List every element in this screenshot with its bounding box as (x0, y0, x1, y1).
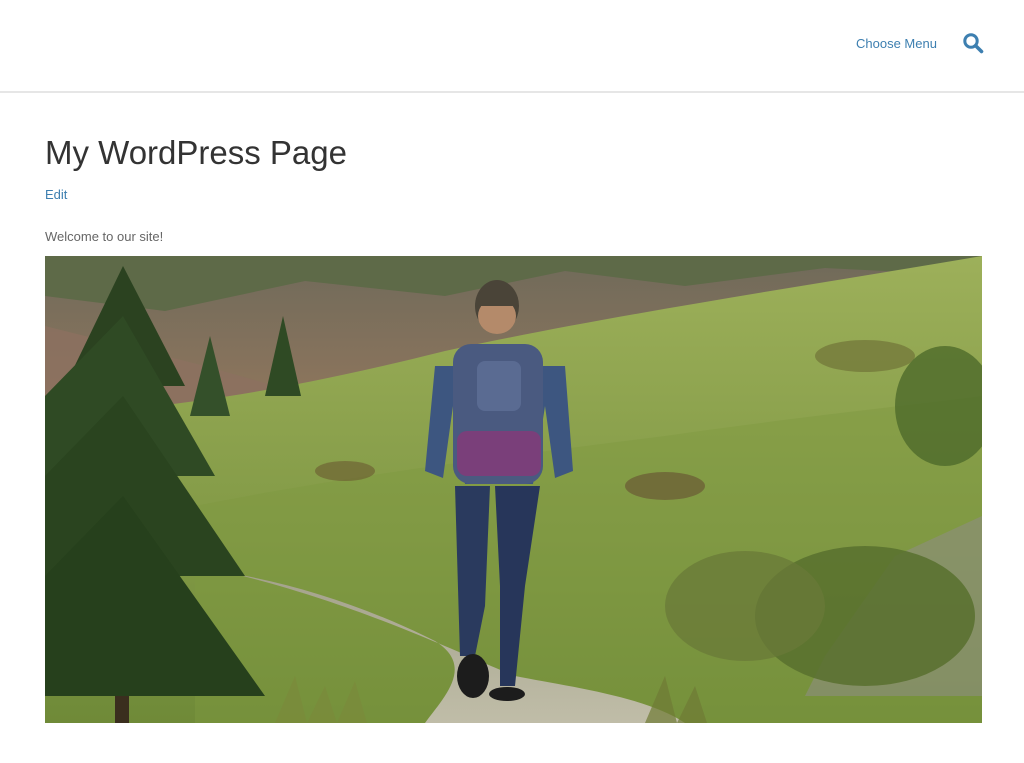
welcome-text: Welcome to our site! (45, 229, 164, 244)
edit-link[interactable]: Edit (45, 187, 67, 202)
shrub (625, 472, 705, 500)
page-title: My WordPress Page (45, 134, 347, 171)
site-header: Choose Menu (0, 0, 1024, 93)
shrub (815, 340, 915, 372)
hiker-photo (45, 256, 982, 723)
choose-menu-link[interactable]: Choose Menu (856, 36, 937, 51)
search-icon[interactable] (962, 32, 984, 54)
bush (665, 551, 825, 661)
shrub (315, 461, 375, 481)
